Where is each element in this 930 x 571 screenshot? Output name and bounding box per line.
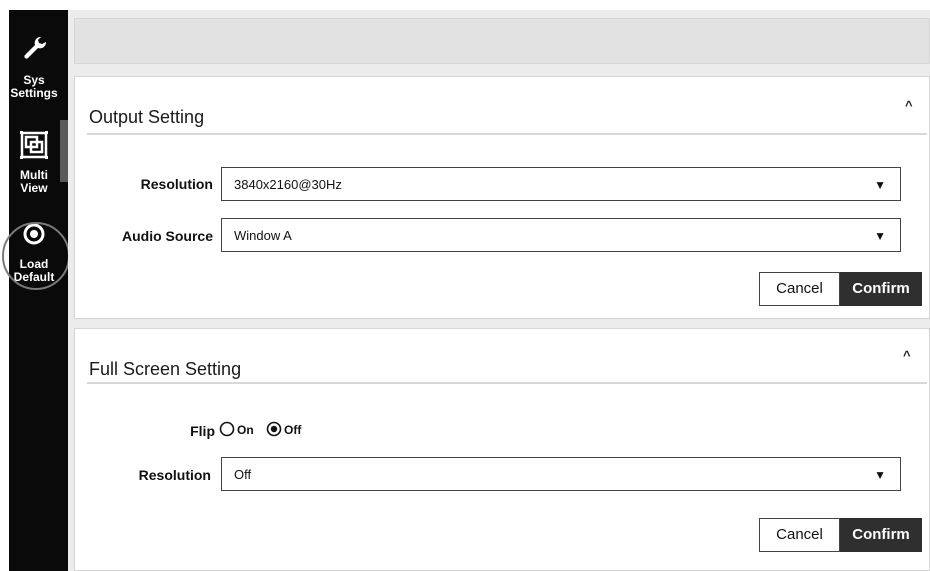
top-bar — [74, 18, 930, 64]
resolution-select[interactable]: 3840x2160@30Hz ▼ — [221, 167, 901, 201]
chevron-down-icon: ▼ — [874, 468, 886, 482]
audio-source-select[interactable]: Window A ▼ — [221, 218, 901, 252]
wrench-icon — [24, 36, 47, 59]
chevron-down-icon: ▼ — [874, 178, 886, 192]
sidebar-item-multi-view[interactable]: Multi View — [0, 130, 68, 195]
sidebar-item-label: Default — [13, 270, 55, 284]
sidebar: Sys Settings Multi View Load Default — [9, 10, 68, 571]
collapse-button[interactable]: ^ — [905, 99, 913, 113]
record-icon — [23, 223, 45, 245]
sidebar-item-sys-settings[interactable]: Sys Settings — [0, 34, 68, 100]
confirm-button[interactable]: Confirm — [840, 272, 922, 306]
flip-on-label: On — [237, 423, 254, 437]
collapse-button[interactable]: ^ — [903, 349, 911, 363]
flip-label: Flip — [190, 423, 215, 439]
sidebar-item-load-default[interactable]: Load Default — [0, 222, 68, 284]
cancel-button[interactable]: Cancel — [759, 272, 840, 306]
flip-off-radio[interactable] — [266, 421, 282, 437]
chevron-down-icon: ▼ — [874, 229, 886, 243]
full-screen-setting-panel: Full Screen Setting ^ Flip On Off Resolu… — [74, 328, 930, 571]
select-value: Window A — [234, 228, 292, 243]
flip-on-radio[interactable] — [219, 421, 235, 437]
sidebar-item-label: Settings — [10, 86, 58, 100]
sidebar-item-label: View — [20, 181, 48, 195]
cancel-button[interactable]: Cancel — [759, 518, 840, 552]
output-setting-panel: Output Setting ^ Resolution 3840x2160@30… — [74, 76, 930, 319]
panel-title: Output Setting — [89, 107, 205, 127]
confirm-button[interactable]: Confirm — [840, 518, 922, 552]
resolution-label: Resolution — [138, 467, 211, 483]
audio-source-label: Audio Source — [121, 228, 213, 244]
panel-divider — [87, 133, 927, 135]
main-content: Output Setting ^ Resolution 3840x2160@30… — [68, 10, 930, 571]
panel-title: Full Screen Setting — [89, 359, 242, 379]
select-value: Off — [234, 467, 252, 482]
select-value: 3840x2160@30Hz — [234, 177, 342, 192]
panel-divider — [87, 382, 927, 384]
multiview-icon — [20, 131, 48, 159]
fullscreen-resolution-select[interactable]: Off ▼ — [221, 457, 901, 491]
resolution-label: Resolution — [140, 176, 213, 192]
app-window: Sys Settings Multi View Load Default Out… — [0, 0, 930, 571]
flip-off-label: Off — [284, 423, 302, 437]
